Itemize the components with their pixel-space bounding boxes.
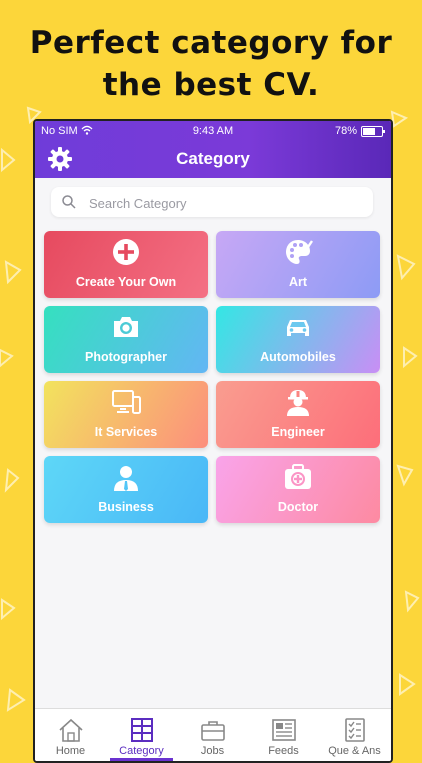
bottom-tab-bar: Home Category Jobs Feeds Que & Ans [35, 708, 391, 761]
plus-circle-icon [111, 237, 141, 267]
top-app-bar: No SIM 9:43 AM 78% Category [35, 121, 391, 178]
medical-kit-icon [283, 462, 313, 492]
tab-label: Category [119, 745, 164, 757]
engineer-icon [283, 387, 313, 417]
battery-tip [383, 130, 385, 133]
category-card-art[interactable]: Art [216, 231, 380, 298]
category-label: Doctor [277, 500, 319, 514]
phone-screen: No SIM 9:43 AM 78% Category Search Categ… [33, 119, 393, 763]
briefcase-icon [200, 717, 226, 743]
home-icon [58, 717, 84, 743]
camera-icon [111, 312, 141, 342]
tab-que-and-ans[interactable]: Que & Ans [319, 709, 390, 761]
palette-icon [283, 237, 313, 267]
computer-icon [111, 387, 141, 417]
car-icon [283, 312, 313, 342]
businessman-icon [111, 462, 141, 492]
battery-icon [361, 126, 385, 137]
category-card-create-your-own[interactable]: Create Your Own [44, 231, 208, 298]
promo-headline: Perfect category for the best CV. [0, 22, 422, 106]
page-title: Category [176, 149, 250, 168]
tab-label: Que & Ans [328, 745, 381, 757]
category-card-doctor[interactable]: Doctor [216, 456, 380, 523]
category-grid-icon [129, 717, 155, 743]
tab-label: Jobs [200, 745, 225, 757]
category-card-photographer[interactable]: Photographer [44, 306, 208, 373]
search-icon [61, 194, 77, 210]
battery-level-fill [363, 128, 375, 135]
category-label: Automobiles [260, 350, 336, 364]
tab-label: Home [55, 745, 86, 757]
tab-jobs[interactable]: Jobs [177, 709, 248, 761]
category-label: Engineer [271, 425, 325, 439]
search-bar[interactable] [51, 187, 373, 219]
category-label: Photographer [85, 350, 167, 364]
category-card-business[interactable]: Business [44, 456, 208, 523]
tab-home[interactable]: Home [35, 709, 106, 761]
promo-line-1: Perfect category for [29, 25, 393, 61]
category-label: It Services [94, 425, 158, 439]
tab-category[interactable]: Category [106, 709, 177, 761]
search-input[interactable] [87, 187, 361, 219]
checklist-icon [342, 717, 368, 743]
battery-percent: 78% [334, 125, 357, 137]
category-card-engineer[interactable]: Engineer [216, 381, 380, 448]
category-label: Business [98, 500, 154, 514]
category-label: Art [288, 275, 308, 289]
tab-feeds[interactable]: Feeds [248, 709, 319, 761]
category-card-it-services[interactable]: It Services [44, 381, 208, 448]
category-card-automobiles[interactable]: Automobiles [216, 306, 380, 373]
tab-label: Feeds [268, 745, 299, 757]
newspaper-icon [271, 717, 297, 743]
category-label: Create Your Own [75, 275, 177, 289]
promo-line-2: the best CV. [102, 67, 320, 103]
